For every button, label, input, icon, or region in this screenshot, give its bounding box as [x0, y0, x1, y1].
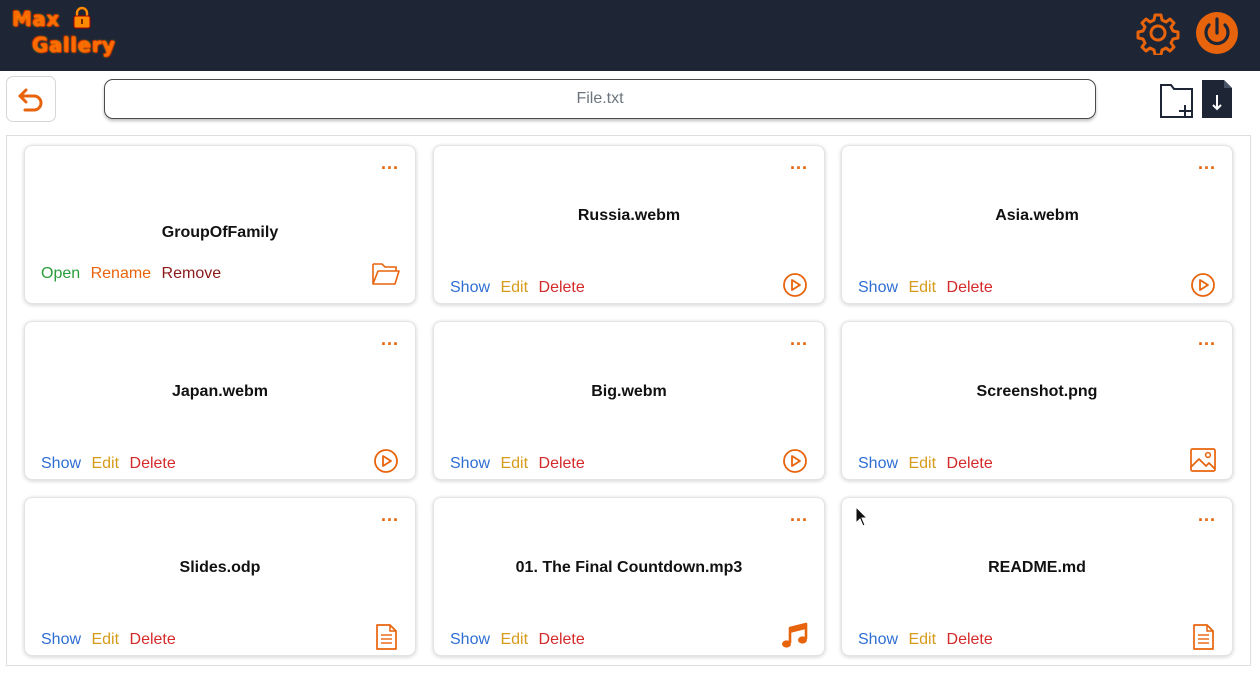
card-actions: Show Edit Delete: [858, 455, 999, 473]
card-actions: Show Edit Delete: [450, 279, 591, 297]
edit-link[interactable]: Edit: [908, 455, 936, 472]
file-card-document[interactable]: ... README.md Show Edit Delete: [841, 497, 1233, 656]
card-menu-button[interactable]: ...: [381, 154, 399, 172]
logo-text-max: Max: [12, 7, 60, 31]
card-menu-button[interactable]: ...: [790, 506, 808, 524]
card-title: Russia.webm: [577, 207, 681, 224]
rename-link[interactable]: Rename: [91, 265, 151, 282]
file-card-video[interactable]: ... Japan.webm Show Edit Delete: [24, 321, 416, 480]
settings-gear-icon[interactable]: [1136, 11, 1180, 55]
delete-link[interactable]: Delete: [539, 455, 585, 472]
remove-link[interactable]: Remove: [162, 265, 222, 282]
show-link[interactable]: Show: [41, 455, 81, 472]
file-card-video[interactable]: ... Big.webm Show Edit Delete: [433, 321, 825, 480]
show-link[interactable]: Show: [858, 631, 898, 648]
edit-link[interactable]: Edit: [908, 631, 936, 648]
edit-link[interactable]: Edit: [500, 631, 528, 648]
card-title: Big.webm: [591, 383, 667, 400]
app-logo[interactable]: Max Gallery: [10, 4, 125, 66]
card-actions: Show Edit Delete: [858, 279, 999, 297]
card-actions: Show Edit Delete: [41, 631, 182, 649]
file-card-folder[interactable]: ... GroupOfFamily Open Rename Remove: [24, 145, 416, 304]
card-actions: Open Rename Remove: [41, 265, 227, 283]
play-circle-icon: [374, 449, 398, 473]
card-actions: Show Edit Delete: [450, 631, 591, 649]
delete-link[interactable]: Delete: [539, 631, 585, 648]
file-card-document[interactable]: ... Slides.odp Show Edit Delete: [24, 497, 416, 656]
show-link[interactable]: Show: [41, 631, 81, 648]
delete-link[interactable]: Delete: [130, 631, 176, 648]
new-folder-icon[interactable]: [1159, 79, 1195, 119]
card-actions: Show Edit Delete: [450, 455, 591, 473]
file-card-image[interactable]: ... Screenshot.png Show Edit Delete: [841, 321, 1233, 480]
show-link[interactable]: Show: [858, 455, 898, 472]
card-menu-button[interactable]: ...: [1198, 154, 1216, 172]
delete-link[interactable]: Delete: [947, 631, 993, 648]
back-button[interactable]: [6, 76, 56, 122]
card-title: Screenshot.png: [976, 383, 1098, 400]
file-card-video[interactable]: ... Russia.webm Show Edit Delete: [433, 145, 825, 304]
delete-link[interactable]: Delete: [947, 455, 993, 472]
card-actions: Show Edit Delete: [41, 455, 182, 473]
show-link[interactable]: Show: [450, 631, 490, 648]
music-note-icon: [782, 622, 808, 648]
card-menu-button[interactable]: ...: [381, 330, 399, 348]
show-link[interactable]: Show: [450, 279, 490, 296]
card-title: GroupOfFamily: [161, 224, 279, 241]
show-link[interactable]: Show: [450, 455, 490, 472]
undo-arrow-icon: [18, 88, 43, 112]
mouse-cursor-icon: [855, 506, 869, 527]
top-bar: Max Gallery: [0, 0, 1260, 71]
card-title: Japan.webm: [171, 383, 269, 400]
card-menu-button[interactable]: ...: [790, 154, 808, 172]
folder-open-icon: [372, 263, 400, 285]
logo-text-gallery: Gallery: [32, 33, 116, 57]
card-actions: Show Edit Delete: [858, 631, 999, 649]
delete-link[interactable]: Delete: [539, 279, 585, 296]
file-card-video[interactable]: ... Asia.webm Show Edit Delete: [841, 145, 1233, 304]
document-icon: [1193, 624, 1214, 650]
card-menu-button[interactable]: ...: [1198, 506, 1216, 524]
path-input[interactable]: File.txt: [104, 79, 1096, 119]
play-circle-icon: [1191, 273, 1215, 297]
image-icon: [1190, 448, 1216, 472]
edit-link[interactable]: Edit: [500, 279, 528, 296]
upload-file-icon[interactable]: [1200, 79, 1234, 119]
edit-link[interactable]: Edit: [91, 631, 119, 648]
play-circle-icon: [783, 449, 807, 473]
open-link[interactable]: Open: [41, 265, 80, 282]
card-title: 01. The Final Countdown.mp3: [515, 559, 743, 576]
edit-link[interactable]: Edit: [908, 279, 936, 296]
show-link[interactable]: Show: [858, 279, 898, 296]
card-menu-button[interactable]: ...: [1198, 330, 1216, 348]
card-menu-button[interactable]: ...: [790, 330, 808, 348]
edit-link[interactable]: Edit: [91, 455, 119, 472]
card-title: README.md: [988, 559, 1086, 576]
card-title: Slides.odp: [179, 559, 261, 576]
delete-link[interactable]: Delete: [947, 279, 993, 296]
document-icon: [376, 624, 397, 650]
play-circle-icon: [783, 273, 807, 297]
file-card-audio[interactable]: ... 01. The Final Countdown.mp3 Show Edi…: [433, 497, 825, 656]
edit-link[interactable]: Edit: [500, 455, 528, 472]
lock-icon: [73, 6, 91, 29]
power-icon[interactable]: [1194, 10, 1240, 56]
delete-link[interactable]: Delete: [130, 455, 176, 472]
card-title: Asia.webm: [995, 207, 1079, 224]
card-menu-button[interactable]: ...: [381, 506, 399, 524]
